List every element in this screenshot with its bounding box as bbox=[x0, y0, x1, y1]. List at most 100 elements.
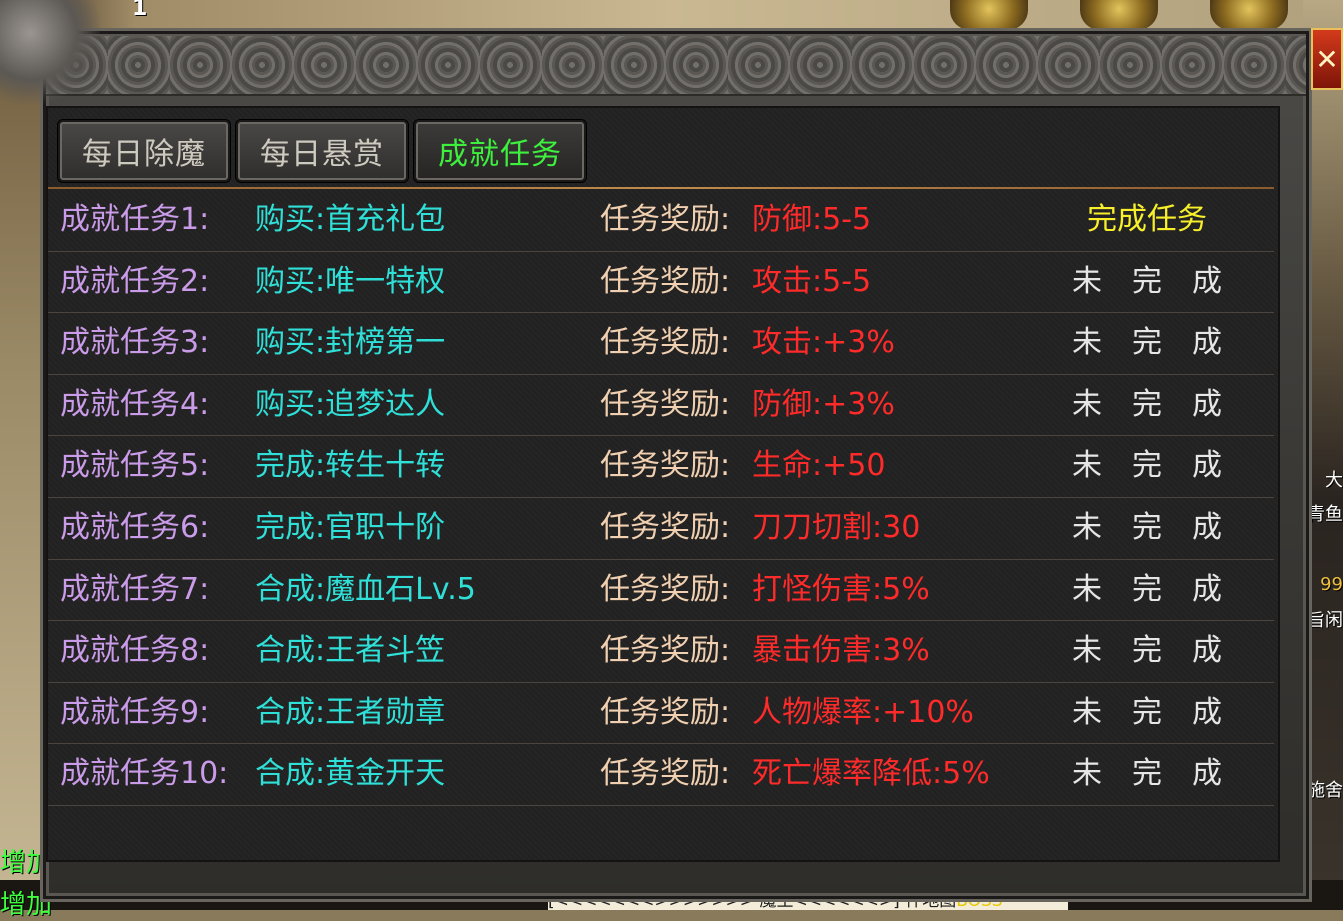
task-row: 成就任务7: 合成:魔血石Lv.5 任务奖励: 打怪伤害:5% 未完成 bbox=[48, 560, 1274, 622]
task-requirement: 购买:首充礼包 bbox=[255, 202, 446, 237]
reward-value: 攻击:5-5 bbox=[752, 263, 872, 299]
tab-daily-demon[interactable]: 每日除魔 bbox=[58, 120, 230, 182]
status-char: 未 bbox=[1072, 756, 1102, 792]
complete-task-button[interactable]: 完成任务 bbox=[1072, 190, 1222, 250]
status-char: 完 bbox=[1132, 509, 1162, 545]
status-char: 未 bbox=[1072, 263, 1102, 299]
task-status-incomplete: 未完成 bbox=[1072, 683, 1222, 743]
task-row: 成就任务5: 完成:转生十转 任务奖励: 生命:+50 未完成 bbox=[48, 436, 1274, 498]
task-requirement: 完成:官职十阶 bbox=[255, 509, 446, 545]
status-char: 完 bbox=[1132, 694, 1162, 730]
task-row: 成就任务2: 购买:唯一特权 任务奖励: 攻击:5-5 未完成 bbox=[48, 252, 1274, 314]
task-row: 成就任务9: 合成:王者勋章 任务奖励: 人物爆率:+10% 未完成 bbox=[48, 683, 1274, 745]
task-requirement: 合成:魔血石Lv.5 bbox=[255, 571, 476, 607]
reward-label: 任务奖励: bbox=[600, 263, 731, 299]
tab-achievement-quest[interactable]: 成就任务 bbox=[414, 120, 586, 182]
task-list: 成就任务1: 购买:首充礼包 任务奖励: 防御:5-5 完成任务 成就任务2: 购买:唯一特… bbox=[48, 190, 1274, 806]
status-char: 成 bbox=[1192, 633, 1222, 669]
reward-value: 打怪伤害:5% bbox=[752, 571, 930, 607]
status-char: 成 bbox=[1192, 325, 1222, 361]
task-status-incomplete: 未完成 bbox=[1072, 744, 1222, 804]
status-char: 未 bbox=[1072, 694, 1102, 730]
reward-value: 防御:5-5 bbox=[752, 202, 872, 237]
status-char: 完 bbox=[1132, 263, 1162, 299]
status-char: 未 bbox=[1072, 509, 1102, 545]
task-status-incomplete: 未完成 bbox=[1072, 436, 1222, 496]
task-requirement: 合成:王者勋章 bbox=[255, 694, 446, 730]
status-char: 成 bbox=[1192, 263, 1222, 299]
status-char: 未 bbox=[1072, 448, 1102, 484]
reward-label: 任务奖励: bbox=[600, 756, 731, 792]
reward-value: 攻击:+3% bbox=[752, 325, 895, 361]
reward-value: 暴击伤害:3% bbox=[752, 633, 930, 669]
task-status-incomplete: 未完成 bbox=[1072, 252, 1222, 312]
task-row: 成就任务8: 合成:王者斗笠 任务奖励: 暴击伤害:3% 未完成 bbox=[48, 621, 1274, 683]
status-char: 成 bbox=[1192, 756, 1222, 792]
status-char: 成 bbox=[1192, 694, 1222, 730]
side-text: 青鱼 bbox=[1307, 504, 1343, 525]
status-char: 未 bbox=[1072, 571, 1102, 607]
status-char: 完 bbox=[1132, 633, 1162, 669]
task-requirement: 合成:黄金开天 bbox=[255, 756, 446, 792]
side-text: 旨闲 bbox=[1307, 610, 1343, 631]
task-status-incomplete: 未完成 bbox=[1072, 375, 1222, 435]
task-row: 成就任务10: 合成:黄金开天 任务奖励: 死亡爆率降低:5% 未完成 bbox=[48, 744, 1274, 806]
task-name: 成就任务2: bbox=[60, 263, 210, 299]
status-char: 完 bbox=[1132, 325, 1162, 361]
task-row: 成就任务1: 购买:首充礼包 任务奖励: 防御:5-5 完成任务 bbox=[48, 190, 1274, 252]
close-icon: ✕ bbox=[1315, 42, 1339, 76]
task-name: 成就任务10: bbox=[60, 756, 229, 792]
status-char: 完 bbox=[1132, 448, 1162, 484]
reward-label: 任务奖励: bbox=[600, 386, 731, 422]
achievement-quest-window: 每日除魔 每日悬赏 成就任务 成就任务1: 购买:首充礼包 任务奖励: 防御:5-5 完… bbox=[0, 0, 1312, 902]
reward-label: 任务奖励: bbox=[600, 325, 731, 361]
reward-label: 任务奖励: bbox=[600, 448, 731, 484]
reward-value: 死亡爆率降低:5% bbox=[752, 756, 990, 792]
task-status-incomplete: 未完成 bbox=[1072, 560, 1222, 620]
task-requirement: 合成:王者斗笠 bbox=[255, 633, 446, 669]
status-char: 成 bbox=[1192, 386, 1222, 422]
task-name: 成就任务3: bbox=[60, 325, 210, 361]
task-requirement: 购买:唯一特权 bbox=[255, 263, 446, 299]
task-row: 成就任务3: 购买:封榜第一 任务奖励: 攻击:+3% 未完成 bbox=[48, 313, 1274, 375]
dragon-corner-icon bbox=[0, 0, 100, 110]
task-requirement: 购买:追梦达人 bbox=[255, 386, 446, 422]
tab-daily-bounty[interactable]: 每日悬赏 bbox=[236, 120, 408, 182]
reward-value: 刀刀切割:30 bbox=[752, 509, 921, 545]
task-name: 成就任务6: bbox=[60, 509, 210, 545]
status-char: 完 bbox=[1132, 386, 1162, 422]
side-text: 大 bbox=[1325, 470, 1343, 491]
status-char: 成 bbox=[1192, 509, 1222, 545]
task-status-incomplete: 未完成 bbox=[1072, 498, 1222, 558]
tab-divider bbox=[48, 187, 1274, 189]
status-char: 未 bbox=[1072, 633, 1102, 669]
close-button[interactable]: ✕ bbox=[1311, 28, 1343, 90]
status-char: 成 bbox=[1192, 448, 1222, 484]
side-text: 施舍 bbox=[1307, 780, 1343, 801]
task-status-incomplete: 未完成 bbox=[1072, 621, 1222, 681]
task-requirement: 购买:封榜第一 bbox=[255, 325, 446, 361]
status-char: 成 bbox=[1192, 571, 1222, 607]
task-status-incomplete: 未完成 bbox=[1072, 313, 1222, 373]
task-name: 成就任务5: bbox=[60, 448, 210, 484]
task-name: 成就任务1: bbox=[60, 202, 210, 237]
status-char: 未 bbox=[1072, 386, 1102, 422]
task-name: 成就任务8: bbox=[60, 633, 210, 669]
reward-label: 任务奖励: bbox=[600, 571, 731, 607]
reward-value: 生命:+50 bbox=[752, 448, 886, 484]
reward-label: 任务奖励: bbox=[600, 633, 731, 669]
task-name: 成就任务7: bbox=[60, 571, 210, 607]
window-ornament bbox=[46, 36, 1306, 96]
reward-label: 任务奖励: bbox=[600, 509, 731, 545]
side-text: 99 bbox=[1320, 574, 1343, 595]
reward-label: 任务奖励: bbox=[600, 202, 731, 237]
task-requirement: 完成:转生十转 bbox=[255, 448, 446, 484]
reward-label: 任务奖励: bbox=[600, 694, 731, 730]
reward-value: 人物爆率:+10% bbox=[752, 694, 974, 730]
status-char: 完 bbox=[1132, 571, 1162, 607]
reward-value: 防御:+3% bbox=[752, 386, 895, 422]
status-char: 完 bbox=[1132, 756, 1162, 792]
status-char: 未 bbox=[1072, 325, 1102, 361]
task-row: 成就任务4: 购买:追梦达人 任务奖励: 防御:+3% 未完成 bbox=[48, 375, 1274, 437]
tab-bar: 每日除魔 每日悬赏 成就任务 bbox=[58, 120, 586, 184]
